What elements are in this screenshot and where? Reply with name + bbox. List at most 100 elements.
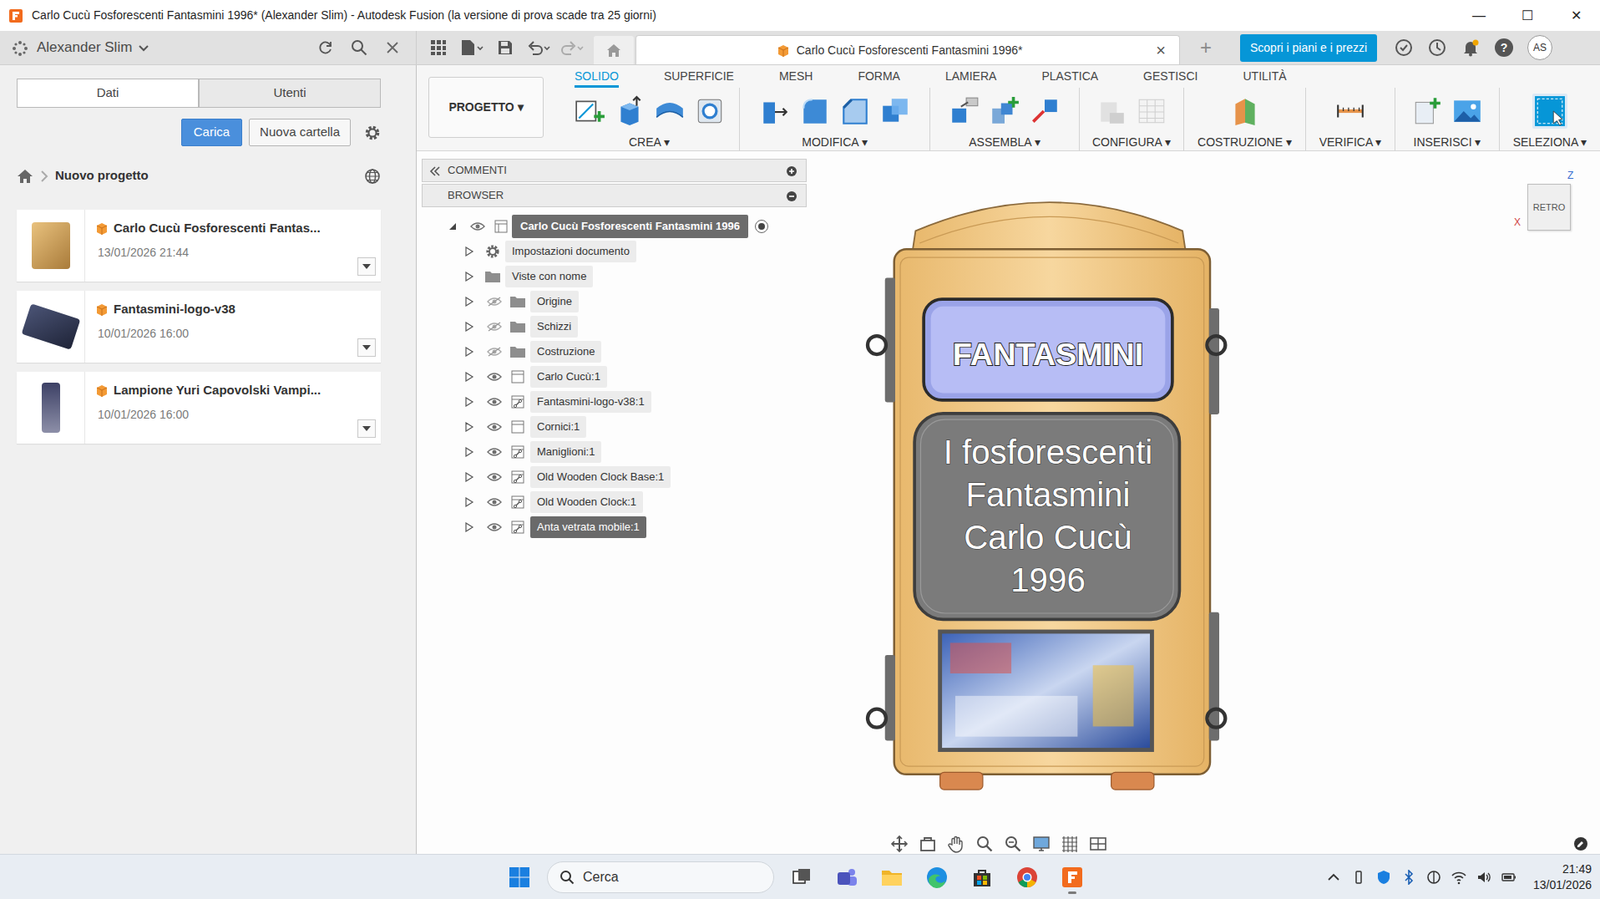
root-component-label[interactable]: Carlo Cucù Fosforescenti Fantasmini 1996 xyxy=(511,214,749,238)
start-windows-icon[interactable] xyxy=(501,859,537,895)
collapsed-triangle-icon[interactable] xyxy=(456,346,482,357)
construct-menu[interactable]: COSTRUZIONE ▾ xyxy=(1197,133,1292,152)
collapsed-triangle-icon[interactable] xyxy=(456,246,482,257)
browser-item-label[interactable]: Impostazioni documento xyxy=(505,240,637,263)
ribbon-tab[interactable]: SUPERFICIE xyxy=(641,65,757,88)
data-panel-tab[interactable]: Utenti xyxy=(198,78,381,108)
home-icon[interactable] xyxy=(593,35,634,65)
file-explorer-icon[interactable] xyxy=(874,859,910,895)
edge-browser-icon[interactable] xyxy=(919,859,955,895)
combine-icon[interactable] xyxy=(879,95,912,127)
notifications-bell-icon[interactable] xyxy=(1453,34,1488,61)
clock[interactable]: 21:49 13/01/2026 xyxy=(1533,860,1592,892)
construction-plane-icon[interactable] xyxy=(1229,95,1261,127)
modify-menu[interactable]: MODIFICA ▾ xyxy=(801,133,868,152)
browser-item[interactable]: Impostazioni documento xyxy=(421,238,807,264)
pan-hand-icon[interactable] xyxy=(946,832,966,853)
extrude-icon[interactable] xyxy=(613,95,646,127)
eye-icon[interactable] xyxy=(465,221,491,232)
globe-icon[interactable] xyxy=(364,165,381,186)
ribbon-tab[interactable]: FORMA xyxy=(835,65,923,88)
browser-item[interactable]: Schizzi xyxy=(421,313,807,340)
select-cursor-icon[interactable] xyxy=(1532,93,1568,129)
zoom-window-icon[interactable] xyxy=(1003,832,1023,853)
browser-item[interactable]: Old Wooden Clock:1 xyxy=(421,489,807,515)
press-pull-icon[interactable] xyxy=(759,95,791,127)
collapsed-triangle-icon[interactable] xyxy=(456,471,482,482)
collapse-minus-icon[interactable] xyxy=(785,187,798,204)
revolve-icon[interactable] xyxy=(653,95,686,127)
new-folder-button[interactable]: Nuova cartella xyxy=(248,118,351,147)
volume-icon[interactable] xyxy=(1476,866,1492,887)
insert-image-icon[interactable] xyxy=(1451,95,1484,127)
task-view-icon[interactable] xyxy=(784,859,820,895)
file-thumbnail[interactable] xyxy=(16,209,86,282)
collapsed-triangle-icon[interactable] xyxy=(456,421,482,432)
file-thumbnail[interactable] xyxy=(16,371,86,444)
chrome-icon[interactable] xyxy=(1009,859,1045,895)
eye-icon[interactable] xyxy=(481,421,507,432)
browser-item[interactable]: Carlo Cucù:1 xyxy=(421,364,807,390)
file-menu-icon[interactable] xyxy=(455,34,489,61)
fusion-taskbar-icon[interactable] xyxy=(1054,859,1090,895)
new-component-icon[interactable] xyxy=(948,95,981,127)
browser-item-label[interactable]: Fantasmini-logo-v38:1 xyxy=(530,390,652,413)
jobs-clock-icon[interactable] xyxy=(1420,34,1454,61)
orbit-icon[interactable] xyxy=(890,832,909,853)
browser-item[interactable]: Fantasmini-logo-v38:1 xyxy=(421,389,807,415)
file-name[interactable]: Fantasmini-logo-v38 xyxy=(113,299,236,319)
browser-item[interactable]: Anta vetrata mobile:1 xyxy=(421,514,807,540)
eye-hidden-icon[interactable] xyxy=(481,346,507,357)
browser-header[interactable]: BROWSER xyxy=(421,183,807,208)
inspect-menu[interactable]: VERIFICA ▾ xyxy=(1319,133,1383,152)
hole-icon[interactable] xyxy=(693,95,726,127)
create-menu[interactable]: CREA ▾ xyxy=(628,133,670,152)
minimize-button[interactable]: — xyxy=(1454,0,1504,31)
eye-hidden-icon[interactable] xyxy=(481,321,507,332)
user-menu[interactable]: Alexander Slim xyxy=(36,36,132,59)
look-at-icon[interactable] xyxy=(918,832,937,853)
ribbon-tab[interactable]: GESTISCI xyxy=(1120,65,1221,88)
insert-menu[interactable]: INSERISCI ▾ xyxy=(1413,133,1482,152)
plans-button[interactable]: Scopri i piani e i prezzi xyxy=(1240,34,1378,62)
browser-item[interactable]: Old Wooden Clock Base:1 xyxy=(421,464,807,490)
show-hidden-icons-chevron-icon[interactable] xyxy=(1326,866,1342,887)
chamfer-icon[interactable] xyxy=(839,95,871,127)
file-name[interactable]: Lampione Yuri Capovolski Vampi... xyxy=(113,380,321,400)
browser-item[interactable]: Costruzione xyxy=(421,339,807,365)
search-icon[interactable] xyxy=(342,34,376,61)
collapsed-triangle-icon[interactable] xyxy=(456,371,482,382)
store-icon[interactable] xyxy=(964,859,1000,895)
settings-gear-icon[interactable] xyxy=(364,122,381,143)
assemble-menu[interactable]: ASSEMBLA ▾ xyxy=(968,133,1041,152)
taskbar-search[interactable]: Cerca xyxy=(546,860,775,893)
upload-button[interactable]: Carica xyxy=(181,118,243,147)
browser-item-label[interactable]: Anta vetrata mobile:1 xyxy=(530,516,647,538)
zoom-icon[interactable] xyxy=(975,832,994,853)
close-button[interactable]: ✕ xyxy=(1551,0,1600,31)
browser-item-label[interactable]: Old Wooden Clock:1 xyxy=(530,491,644,513)
browser-item[interactable]: Origine xyxy=(421,288,807,314)
browser-item-label[interactable]: Carlo Cucù:1 xyxy=(530,365,608,388)
ribbon-tab[interactable]: PLASTICA xyxy=(1018,65,1121,88)
file-card[interactable]: Carlo Cucù Fosforescenti Fantas...13/01/… xyxy=(16,209,381,282)
display-settings-icon[interactable] xyxy=(1032,832,1051,853)
browser-item-label[interactable]: Maniglioni:1 xyxy=(530,440,602,463)
save-icon[interactable] xyxy=(488,34,522,61)
refresh-icon[interactable] xyxy=(308,34,343,61)
file-dropdown-icon[interactable] xyxy=(357,257,376,276)
activate-radio[interactable] xyxy=(754,219,769,233)
browser-item-label[interactable]: Schizzi xyxy=(530,315,578,338)
data-panel-tab[interactable]: Dati xyxy=(16,78,199,108)
browser-item-label[interactable]: Costruzione xyxy=(530,340,602,363)
vpn-icon[interactable] xyxy=(1426,866,1442,887)
collapsed-triangle-icon[interactable] xyxy=(456,321,482,332)
bluetooth-icon[interactable] xyxy=(1401,866,1417,887)
project-breadcrumb[interactable]: Nuovo progetto xyxy=(55,166,149,186)
teams-icon[interactable] xyxy=(829,859,865,895)
browser-item[interactable]: Viste con nome xyxy=(421,263,807,289)
security-shield-icon[interactable] xyxy=(1376,866,1392,887)
collapsed-triangle-icon[interactable] xyxy=(456,396,482,407)
battery-icon[interactable] xyxy=(1501,866,1517,887)
file-card[interactable]: Lampione Yuri Capovolski Vampi...10/01/2… xyxy=(16,371,381,444)
